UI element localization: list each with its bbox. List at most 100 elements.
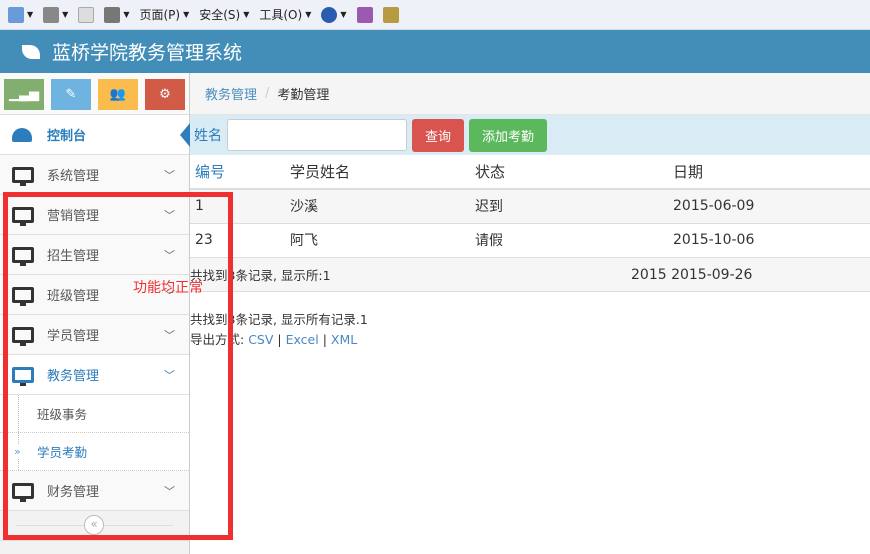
export-xml-link[interactable]: XML <box>331 332 357 347</box>
submenu-class-affairs[interactable]: 班级事务 <box>0 395 189 433</box>
sidebar-item-academic[interactable]: 教务管理 ﹀ <box>0 355 189 395</box>
export-csv-link[interactable]: CSV <box>248 332 273 347</box>
page-menu-label: 页面(P) <box>139 8 181 22</box>
help-button[interactable]: ▼ <box>321 6 347 23</box>
cogs-icon: ⚙ <box>159 87 171 102</box>
breadcrumb-current: 考勤管理 <box>277 88 330 103</box>
monitor-icon <box>12 286 34 306</box>
cell-status: 迟到 <box>475 189 673 224</box>
shortcuts: ▁▃▅ ✎ 👥 ⚙ <box>0 73 189 115</box>
sidebar-item-finance[interactable]: 财务管理 ﹀ <box>0 471 189 511</box>
monitor-icon <box>12 246 34 266</box>
submenu-attendance[interactable]: » 学员考勤 <box>0 433 189 471</box>
tools-menu[interactable]: 工具(O) ▼ <box>259 6 311 23</box>
mail-button[interactable] <box>78 6 95 23</box>
sidebar-item-label: 教务管理 <box>47 369 100 384</box>
home-icon <box>8 6 24 23</box>
record-summary: 共找到3条记录, 显示所有记录.1 <box>190 311 368 327</box>
sidebar-item-dashboard[interactable]: 控制台 <box>0 115 190 155</box>
monitor-icon <box>12 166 34 186</box>
research-icon <box>382 6 399 23</box>
sidebar-item-label: 系统管理 <box>47 169 100 184</box>
pencil-icon: ✎ <box>65 87 77 102</box>
sidebar-item-system[interactable]: 系统管理 ﹀ <box>0 155 189 195</box>
signal-shortcut-button[interactable]: ▁▃▅ <box>4 79 44 110</box>
separator: | <box>277 331 282 347</box>
collapse-bar: « <box>0 511 189 541</box>
mail-icon <box>78 6 95 23</box>
sidebar: ▁▃▅ ✎ 👥 ⚙ 控制台 系统管理 ﹀ 营销管理 ﹀ 招生管理 ﹀ 班级管理 ﹀ 学员… <box>0 73 190 554</box>
print-button[interactable]: ▼ <box>104 6 129 23</box>
sidebar-item-enrollment[interactable]: 招生管理 ﹀ <box>0 235 189 275</box>
sidebar-item-students[interactable]: 学员管理 ﹀ <box>0 315 189 355</box>
leaf-icon <box>22 44 40 59</box>
monitor-icon <box>12 326 34 346</box>
research-button[interactable] <box>382 6 399 23</box>
sidebar-item-marketing[interactable]: 营销管理 ﹀ <box>0 195 189 235</box>
breadcrumb-separator: / <box>265 86 270 101</box>
cell-status: 请假 <box>475 223 673 258</box>
chevron-down-icon: ﹀ <box>164 368 175 382</box>
query-button[interactable]: 查询 <box>412 118 465 152</box>
sidebar-item-label: 招生管理 <box>47 249 100 264</box>
collapse-sidebar-button[interactable]: « <box>84 515 104 535</box>
cell-name: 阿飞 <box>290 223 475 258</box>
header-id[interactable]: 编号 <box>190 155 290 190</box>
monitor-icon <box>12 206 34 226</box>
export-excel-link[interactable]: Excel <box>286 332 319 347</box>
app-title: 蓝桥学院教务管理系统 <box>52 42 243 64</box>
page-menu[interactable]: 页面(P) ▼ <box>139 6 189 23</box>
table-row: 23 阿飞 请假 2015-10-06 <box>190 223 870 258</box>
dashboard-icon <box>12 127 32 142</box>
header-student-name: 学员姓名 <box>290 155 475 190</box>
cell-id: 23 <box>190 223 290 258</box>
export-label: 导出方式: <box>190 331 245 347</box>
chevron-down-icon: ﹀ <box>164 208 175 222</box>
annotation-text: 功能均正常 <box>133 280 203 296</box>
users-icon: 👥 <box>109 87 127 102</box>
cell-date-text: 2015 2015-09-26 <box>631 266 753 283</box>
signal-icon: ▁▃▅ <box>9 87 39 102</box>
add-attendance-button[interactable]: 添加考勤 <box>469 118 548 152</box>
safety-menu[interactable]: 安全(S) ▼ <box>199 6 249 23</box>
feeds-button[interactable]: ▼ <box>43 6 68 23</box>
sidebar-item-label: 营销管理 <box>47 209 100 224</box>
chevron-down-icon: ﹀ <box>164 168 175 182</box>
main-content: 教务管理 / 考勤管理 姓名 查询 添加考勤 编号 学员姓名 状态 日期 1 沙… <box>190 73 870 350</box>
chevron-down-icon: ﹀ <box>164 484 175 498</box>
name-label: 姓名 <box>194 128 222 144</box>
chevron-down-icon: ﹀ <box>164 248 175 262</box>
sidebar-item-label: 学员管理 <box>47 329 100 344</box>
settings-shortcut-button[interactable]: ⚙ <box>145 79 185 110</box>
cell-date: 2015-06-09 <box>673 189 870 224</box>
table-row: 1 沙溪 迟到 2015-06-09 <box>190 189 870 224</box>
chevron-down-icon: ﹀ <box>164 328 175 342</box>
sidebar-item-label: 控制台 <box>47 129 87 144</box>
attendance-table: 编号 学员姓名 状态 日期 1 沙溪 迟到 2015-06-09 23 阿飞 请… <box>190 155 870 292</box>
monitor-icon <box>12 366 34 386</box>
cell-name: 沙溪 <box>290 189 475 224</box>
header-status: 状态 <box>475 155 673 190</box>
submenu-label: 学员考勤 <box>37 445 88 460</box>
browser-toolbar: ▼ ▼ ▼ 页面(P) ▼ 安全(S) ▼ 工具(O) ▼ ▼ <box>0 0 870 30</box>
users-shortcut-button[interactable]: 👥 <box>98 79 138 110</box>
cell-date: 2015-10-06 <box>673 223 870 258</box>
extension-button[interactable] <box>356 6 373 23</box>
name-input[interactable] <box>227 119 407 151</box>
sidebar-item-label: 财务管理 <box>47 485 100 500</box>
rss-icon <box>43 6 60 23</box>
active-pointer <box>180 123 190 147</box>
breadcrumb-academic[interactable]: 教务管理 <box>205 84 257 103</box>
double-chevron-right-icon: » <box>14 445 21 458</box>
app-header: 蓝桥学院教务管理系统 <box>0 30 870 73</box>
submenu-label: 班级事务 <box>37 407 88 422</box>
header-date: 日期 <box>673 155 870 190</box>
table-header: 编号 学员姓名 状态 日期 <box>190 155 870 190</box>
home-button[interactable]: ▼ <box>8 6 33 23</box>
safety-menu-label: 安全(S) <box>199 8 241 22</box>
export-options: 导出方式: CSV | Excel | XML <box>190 330 870 350</box>
cell-id: 1 <box>190 189 290 224</box>
onenote-icon <box>356 6 373 23</box>
edit-shortcut-button[interactable]: ✎ <box>51 79 91 110</box>
breadcrumb: 教务管理 / 考勤管理 <box>190 73 870 115</box>
